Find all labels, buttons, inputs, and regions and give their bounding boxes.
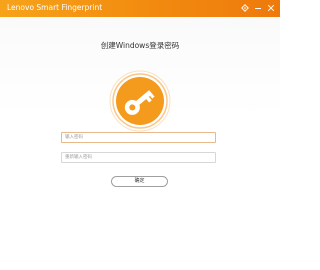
- title-bar[interactable]: Lenovo Smart Fingerprint: [0, 0, 280, 17]
- app-title: Lenovo Smart Fingerprint: [7, 3, 103, 12]
- confirm-password-input[interactable]: [61, 152, 216, 163]
- close-icon: [267, 4, 275, 12]
- gear-icon: [241, 4, 249, 12]
- confirm-button[interactable]: 确定: [111, 176, 168, 187]
- settings-button[interactable]: [239, 2, 251, 14]
- minimize-icon: [255, 8, 261, 9]
- minimize-button[interactable]: [252, 2, 264, 14]
- password-input[interactable]: [61, 132, 216, 143]
- key-icon: [109, 70, 171, 132]
- key-badge: [108, 69, 172, 133]
- content-area: [0, 17, 280, 270]
- app-window: Lenovo Smart Fingerprint 创建Windows登录密码 确…: [0, 0, 280, 270]
- close-button[interactable]: [265, 2, 277, 14]
- page-heading: 创建Windows登录密码: [100, 41, 180, 50]
